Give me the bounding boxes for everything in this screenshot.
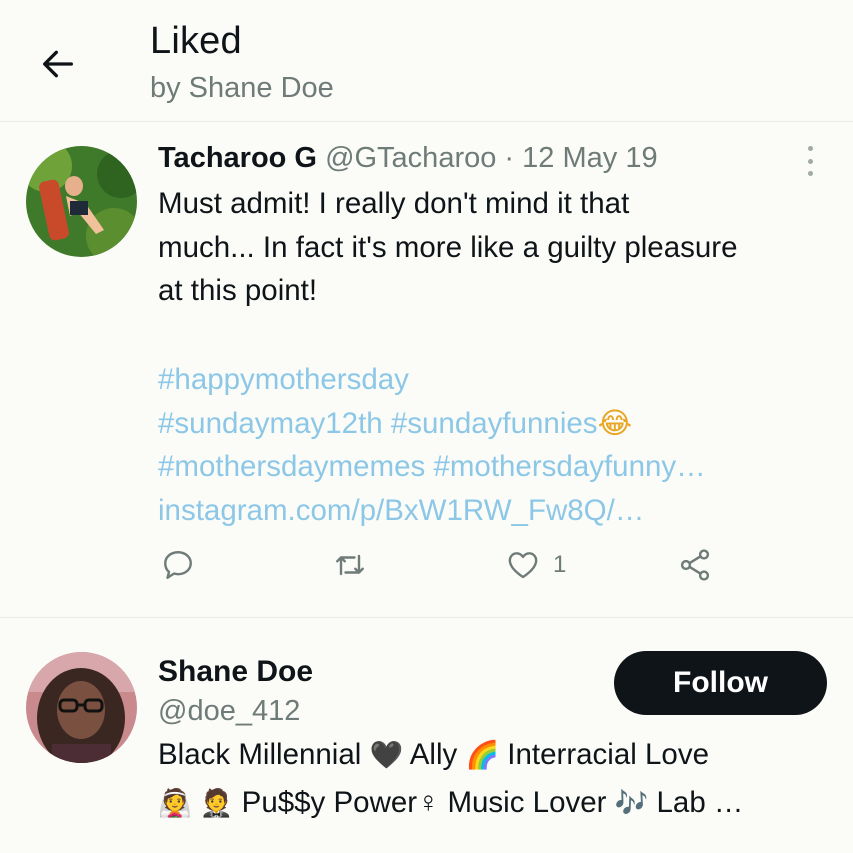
- tweet-text-line: at this point!: [158, 274, 318, 307]
- retweet-icon: [336, 554, 364, 576]
- hashtag-link[interactable]: #happymothersday: [158, 363, 409, 396]
- user-avatar[interactable]: [26, 652, 137, 763]
- share-icon: [680, 549, 710, 581]
- user-card[interactable]: Shane Doe @doe_412 Follow Black Millenni…: [0, 618, 853, 853]
- like-count: 1: [553, 551, 567, 578]
- laughing-emoji-icon: 😂: [597, 406, 633, 440]
- bio-text: Interracial Love: [507, 738, 709, 771]
- page-title: Liked: [150, 20, 242, 62]
- bride-emoji-icon: 👰: [158, 788, 192, 818]
- rainbow-emoji-icon: 🌈: [465, 740, 500, 770]
- tweet-actions: 1: [0, 547, 853, 591]
- groom-emoji-icon: 🤵: [199, 788, 234, 818]
- tweet-text-line: Must admit! I really don't mind it that: [158, 187, 630, 220]
- hashtag-link[interactable]: #sundaymay12th #sundayfunnies: [158, 407, 598, 440]
- bio-text: Pu$$y Power♀: [241, 786, 440, 819]
- reply-button[interactable]: [160, 547, 196, 583]
- bio-text: Black Millennial: [158, 738, 362, 771]
- more-vertical-icon[interactable]: [800, 144, 820, 178]
- arrow-left-icon: [43, 50, 74, 78]
- user-handle[interactable]: @doe_412: [158, 695, 300, 728]
- bio-text: Lab …: [656, 786, 744, 819]
- reply-icon: [164, 551, 192, 579]
- bio-text: Ally: [409, 738, 458, 771]
- share-button[interactable]: [677, 547, 713, 583]
- music-notes-emoji-icon: 🎶: [614, 788, 649, 818]
- bio-text: Music Lover: [447, 786, 607, 819]
- tweet-hashtags: #happymothersday #sundaymay12th #sundayf…: [158, 358, 838, 532]
- user-bio-line: 👰 🤵 Pu$$y Power♀ Music Lover 🎶 Lab …: [158, 786, 743, 820]
- meta-separator: ·: [504, 142, 515, 174]
- heart-icon: [508, 552, 538, 579]
- tweet-text-line: much... In fact it's more like a guilty …: [158, 230, 738, 264]
- tweet-date[interactable]: 12 May 19: [522, 142, 657, 174]
- page-subtitle: by Shane Doe: [150, 72, 334, 104]
- black-heart-emoji-icon: 🖤: [369, 740, 404, 770]
- tweet-author-handle[interactable]: @GTacharoo: [325, 142, 496, 174]
- tweet-meta: Tacharoo G @GTacharoo · 12 May 19: [158, 142, 658, 175]
- back-button[interactable]: [36, 42, 80, 86]
- tweet[interactable]: Tacharoo G @GTacharoo · 12 May 19 Must a…: [0, 122, 853, 618]
- tweet-author-avatar[interactable]: [26, 146, 137, 257]
- user-bio-line: Black Millennial 🖤 Ally 🌈 Interracial Lo…: [158, 738, 709, 772]
- external-link[interactable]: instagram.com/p/BxW1RW_Fw8Q/…: [158, 494, 644, 527]
- user-name[interactable]: Shane Doe: [158, 655, 313, 689]
- retweet-button[interactable]: [332, 547, 368, 583]
- tweet-text: Must admit! I really don't mind it that …: [158, 182, 838, 313]
- follow-button[interactable]: Follow: [614, 651, 827, 715]
- header: Liked by Shane Doe: [0, 0, 853, 122]
- hashtag-link[interactable]: #mothersdaymemes #mothersdayfunny…: [158, 450, 706, 483]
- tweet-author-name[interactable]: Tacharoo G: [158, 142, 317, 174]
- like-button[interactable]: 1: [505, 547, 566, 583]
